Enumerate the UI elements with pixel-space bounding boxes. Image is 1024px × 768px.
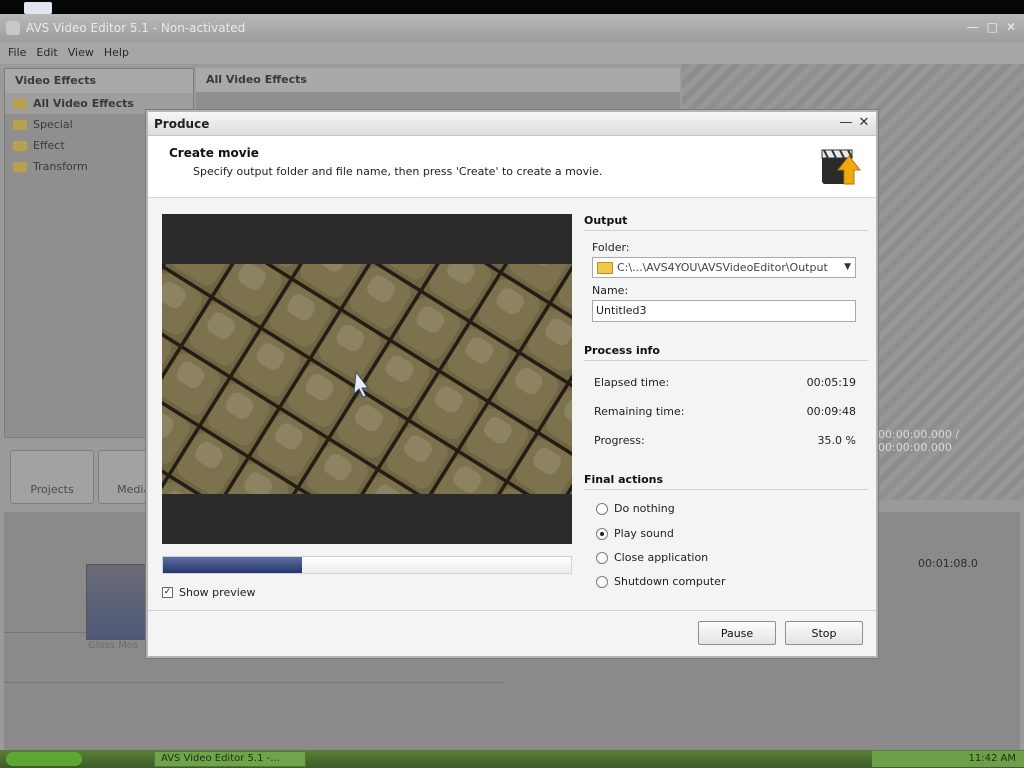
remaining-label: Remaining time: xyxy=(594,405,685,418)
settings-column: Output Folder: C:\...\AVS4YOU\AVSVideoEd… xyxy=(584,214,868,588)
produce-progress-bar xyxy=(162,556,572,574)
effects-gallery-title: All Video Effects xyxy=(196,68,680,92)
show-preview-checkbox[interactable]: ✓ xyxy=(162,587,173,598)
menu-help[interactable]: Help xyxy=(104,46,129,60)
tree-item-label: Transform xyxy=(33,160,88,173)
progress-value: 35.0 % xyxy=(817,434,856,447)
close-icon[interactable]: ✕ xyxy=(1006,20,1016,34)
stop-button[interactable]: Stop xyxy=(785,621,863,645)
produce-dialog: Produce — ✕ Create movie Specify output … xyxy=(146,110,878,658)
menubar: File Edit View Help xyxy=(0,42,1024,64)
menu-view[interactable]: View xyxy=(68,46,94,60)
radio-play-sound[interactable]: Play sound xyxy=(596,527,868,540)
desktop-icon[interactable] xyxy=(24,2,52,14)
maximize-icon[interactable]: □ xyxy=(987,20,998,34)
panel-title: Video Effects xyxy=(5,69,193,93)
projects-label: Projects xyxy=(30,483,74,496)
clock: 11:42 AM xyxy=(968,753,1016,764)
folder-icon xyxy=(597,261,613,274)
tree-item-label: All Video Effects xyxy=(33,97,134,110)
timeline-clip-label: Glass Mos xyxy=(88,640,139,651)
folder-label: Folder: xyxy=(592,241,630,254)
progress-row: Progress: 35.0 % xyxy=(594,434,856,447)
tree-item-label: Effect xyxy=(33,139,65,152)
app-titlebar: AVS Video Editor 5.1 - Non-activated — □… xyxy=(0,14,1024,42)
dialog-minimize-icon[interactable]: — xyxy=(838,115,854,131)
file-name-input[interactable]: Untitled3 xyxy=(592,300,856,322)
show-preview-label: Show preview xyxy=(179,586,256,599)
elapsed-row: Elapsed time: 00:05:19 xyxy=(594,376,856,389)
app-title: AVS Video Editor 5.1 - Non-activated xyxy=(26,21,246,35)
radio-button[interactable] xyxy=(596,527,608,540)
radio-button[interactable] xyxy=(596,575,608,588)
taskbar-app-button[interactable]: AVS Video Editor 5.1 -... xyxy=(154,751,306,767)
name-label: Name: xyxy=(592,284,629,297)
radio-button[interactable] xyxy=(596,551,608,564)
process-section-title: Process info xyxy=(584,344,868,361)
projects-button[interactable]: Projects xyxy=(10,450,94,504)
produce-movie-icon xyxy=(821,149,862,185)
radio-button[interactable] xyxy=(596,502,608,515)
minimize-icon[interactable]: — xyxy=(967,20,979,34)
system-tray: 11:42 AM xyxy=(872,751,1024,767)
menu-file[interactable]: File xyxy=(8,46,26,60)
dialog-footer: Pause Stop xyxy=(148,610,876,656)
radio-close-application[interactable]: Close application xyxy=(596,551,868,564)
folder-icon xyxy=(13,140,27,151)
radio-do-nothing[interactable]: Do nothing xyxy=(596,502,868,515)
tree-item-label: Special xyxy=(33,118,73,131)
timecode-display: 00:00:00.000 / 00:00:00.000 xyxy=(878,428,960,454)
app-logo-icon xyxy=(6,21,20,35)
radio-shutdown-computer[interactable]: Shutdown computer xyxy=(596,575,868,588)
radio-label: Close application xyxy=(614,551,709,564)
menu-edit[interactable]: Edit xyxy=(36,46,57,60)
dialog-close-icon[interactable]: ✕ xyxy=(856,115,872,131)
elapsed-label: Elapsed time: xyxy=(594,376,670,389)
dialog-title: Produce xyxy=(154,117,210,131)
taskbar: AVS Video Editor 5.1 -... 11:42 AM xyxy=(0,750,1024,768)
video-preview xyxy=(162,214,572,544)
radio-label: Shutdown computer xyxy=(614,575,726,588)
output-section-title: Output xyxy=(584,214,868,231)
progress-fill xyxy=(163,557,302,573)
folder-icon xyxy=(13,98,27,109)
desktop-top-strip xyxy=(0,0,1024,14)
progress-label: Progress: xyxy=(594,434,645,447)
header-subtitle: Specify output folder and file name, the… xyxy=(193,165,603,178)
preview-frame xyxy=(162,264,572,494)
folder-icon xyxy=(13,119,27,130)
chevron-down-icon[interactable]: ▼ xyxy=(844,262,851,272)
folder-icon xyxy=(13,161,27,172)
final-actions-section-title: Final actions xyxy=(584,473,868,490)
output-folder-select[interactable]: C:\...\AVS4YOU\AVSVideoEditor\Output ▼ xyxy=(592,257,856,278)
app-window-controls: — □ ✕ xyxy=(967,20,1016,34)
remaining-value: 00:09:48 xyxy=(806,405,856,418)
header-title: Create movie xyxy=(169,146,259,160)
timeline-clip[interactable] xyxy=(86,564,150,640)
show-preview-option[interactable]: ✓ Show preview xyxy=(162,586,256,599)
remaining-row: Remaining time: 00:09:48 xyxy=(594,405,856,418)
elapsed-value: 00:05:19 xyxy=(806,376,856,389)
dialog-header: Create movie Specify output folder and f… xyxy=(148,136,876,198)
dialog-titlebar: Produce — ✕ xyxy=(148,112,876,136)
radio-label: Do nothing xyxy=(614,502,675,515)
pause-button[interactable]: Pause xyxy=(698,621,776,645)
track-divider xyxy=(4,682,504,683)
timeline-duration: 00:01:08.0 xyxy=(918,557,978,570)
output-folder-value: C:\...\AVS4YOU\AVSVideoEditor\Output xyxy=(617,261,828,274)
radio-label: Play sound xyxy=(614,527,674,540)
start-button[interactable] xyxy=(6,752,82,766)
